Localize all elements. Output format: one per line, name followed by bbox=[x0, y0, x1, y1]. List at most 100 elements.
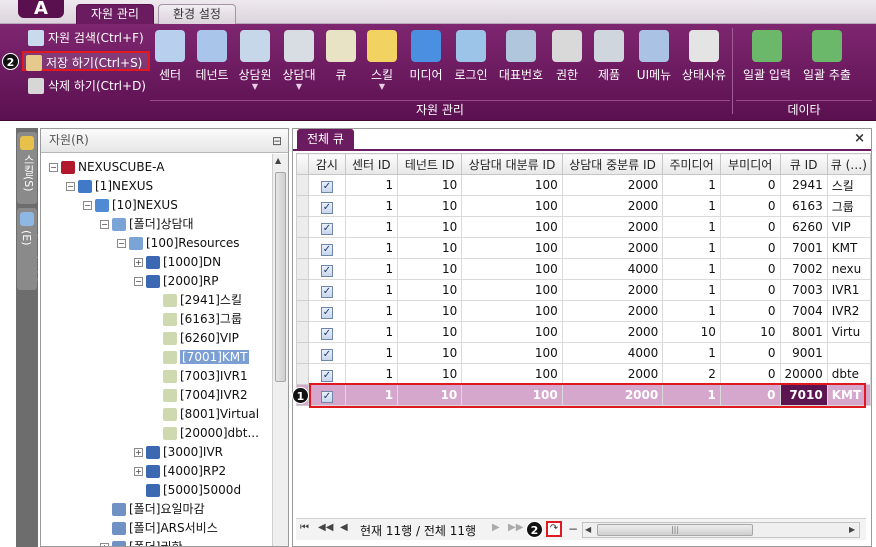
collapse-icon[interactable]: − bbox=[117, 239, 126, 248]
column-header[interactable]: 센터 ID bbox=[344, 153, 399, 175]
cell-qid[interactable]: 7002 bbox=[779, 258, 828, 280]
collapse-icon[interactable]: − bbox=[49, 163, 58, 172]
cell-big[interactable]: 100 bbox=[461, 216, 563, 238]
cell-center[interactable]: 1 bbox=[344, 279, 399, 301]
expand-icon[interactable]: + bbox=[134, 258, 143, 267]
column-header[interactable]: 큐 ID bbox=[779, 153, 828, 175]
cell-mid[interactable]: 2000 bbox=[561, 237, 664, 259]
table-row[interactable]: ✓ 1 10 100 2000 2 0 20000 dbte bbox=[295, 363, 872, 385]
tree-scrollbar[interactable]: ▲ bbox=[272, 154, 288, 546]
cell-tenant[interactable]: 10 bbox=[397, 300, 463, 322]
expand-icon[interactable]: + bbox=[134, 448, 143, 457]
cell-qname[interactable]: KMT bbox=[826, 384, 872, 406]
cell-main[interactable]: 1 bbox=[662, 195, 721, 217]
cell-main[interactable]: 1 bbox=[662, 258, 721, 280]
row-header[interactable] bbox=[295, 279, 310, 301]
column-header[interactable]: 감시 bbox=[308, 153, 346, 175]
ribbon-button-queue[interactable]: 큐 bbox=[322, 28, 360, 98]
ribbon-button-lock[interactable]: 권한 bbox=[548, 28, 586, 98]
cell-mid[interactable]: 2000 bbox=[561, 363, 664, 385]
cell-center[interactable]: 1 bbox=[344, 237, 399, 259]
cell-tenant[interactable]: 10 bbox=[397, 174, 463, 196]
cell-sub[interactable]: 0 bbox=[719, 342, 781, 364]
cell-qname[interactable]: IVR2 bbox=[826, 300, 872, 322]
cell-tenant[interactable]: 10 bbox=[397, 216, 463, 238]
cell-tenant[interactable]: 10 bbox=[397, 258, 463, 280]
column-header[interactable]: 상담대 대분류 ID bbox=[461, 153, 563, 175]
cell-sub[interactable]: 0 bbox=[719, 279, 781, 301]
cell-qname[interactable]: 스킬 bbox=[826, 174, 872, 196]
cell-tenant[interactable]: 10 bbox=[397, 237, 463, 259]
table-row[interactable]: ✓ 1 10 100 4000 1 0 7002 nexu bbox=[295, 258, 872, 280]
cell-tenant[interactable]: 10 bbox=[397, 279, 463, 301]
tab-settings[interactable]: 환경 설정 bbox=[158, 4, 236, 24]
cell-main[interactable]: 1 bbox=[662, 174, 721, 196]
cell-sub[interactable]: 10 bbox=[719, 321, 781, 343]
ribbon-button-ui-menu[interactable]: UI메뉴 bbox=[632, 28, 676, 98]
cell-qid[interactable]: 7004 bbox=[779, 300, 828, 322]
collapse-icon[interactable]: − bbox=[83, 201, 92, 210]
tab-all-queues[interactable]: 전체 큐 bbox=[297, 129, 354, 150]
ribbon-button-desk[interactable]: 상담대 ▼ bbox=[276, 28, 322, 98]
refresh-button[interactable]: ↷ bbox=[546, 521, 562, 537]
ribbon-button-excel-export[interactable]: 일괄 추출 bbox=[796, 28, 858, 98]
prev-page-icon[interactable]: ◀◀ bbox=[318, 522, 333, 533]
row-header[interactable] bbox=[295, 300, 310, 322]
monitor-checkbox[interactable]: ✓ bbox=[320, 390, 333, 403]
cell-qid[interactable]: 9001 bbox=[779, 342, 828, 364]
monitor-checkbox[interactable]: ✓ bbox=[320, 327, 333, 340]
table-row[interactable]: ✓ 1 10 100 2000 1 0 7003 IVR1 bbox=[295, 279, 872, 301]
cell-qid[interactable]: 7010 bbox=[779, 384, 828, 406]
collapse-icon[interactable]: − bbox=[134, 277, 143, 286]
last-record-icon[interactable]: ▶▶ bbox=[508, 522, 523, 533]
scroll-left-icon[interactable]: ◀ bbox=[585, 525, 591, 534]
row-header[interactable] bbox=[295, 216, 310, 238]
cell-sub[interactable]: 0 bbox=[719, 363, 781, 385]
column-header[interactable]: 테넌트 ID bbox=[397, 153, 463, 175]
row-header[interactable] bbox=[295, 258, 310, 280]
cell-qname[interactable]: Virtu bbox=[826, 321, 872, 343]
cell-sub[interactable]: 0 bbox=[719, 237, 781, 259]
monitor-checkbox[interactable]: ✓ bbox=[320, 306, 333, 319]
close-icon[interactable]: × bbox=[854, 131, 865, 146]
cell-qid[interactable]: 20000 bbox=[779, 363, 828, 385]
tree-node[interactable]: [6260]VIP bbox=[151, 329, 239, 348]
tree-node[interactable]: + [4000]RP2 bbox=[134, 462, 226, 481]
collapse-icon[interactable]: − bbox=[66, 182, 75, 191]
cell-tenant[interactable]: 10 bbox=[397, 384, 463, 406]
first-record-icon[interactable]: ⏮ bbox=[300, 522, 309, 533]
cell-big[interactable]: 100 bbox=[461, 384, 563, 406]
cell-qid[interactable]: 6260 bbox=[779, 216, 828, 238]
cell-qname[interactable]: 그룹 bbox=[826, 195, 872, 217]
row-header[interactable] bbox=[295, 195, 310, 217]
cell-qid[interactable]: 8001 bbox=[779, 321, 828, 343]
cell-qid[interactable]: 2941 bbox=[779, 174, 828, 196]
cell-mid[interactable]: 2000 bbox=[561, 384, 664, 406]
cell-qid[interactable]: 7001 bbox=[779, 237, 828, 259]
cell-main[interactable]: 1 bbox=[662, 300, 721, 322]
cell-qname[interactable]: IVR1 bbox=[826, 279, 872, 301]
cell-big[interactable]: 100 bbox=[461, 258, 563, 280]
monitor-checkbox[interactable]: ✓ bbox=[320, 222, 333, 235]
tree-node[interactable]: [폴더]ARS서비스 bbox=[100, 519, 218, 538]
monitor-checkbox[interactable]: ✓ bbox=[320, 180, 333, 193]
ribbon-button-login[interactable]: 로그인 bbox=[448, 28, 494, 98]
cell-sub[interactable]: 0 bbox=[719, 216, 781, 238]
cell-mid[interactable]: 2000 bbox=[561, 321, 664, 343]
cell-big[interactable]: 100 bbox=[461, 237, 563, 259]
cell-qname[interactable]: dbte bbox=[826, 363, 872, 385]
cell-mid[interactable]: 2000 bbox=[561, 195, 664, 217]
ribbon-button-excel-import[interactable]: 일괄 입력 bbox=[738, 28, 796, 98]
cell-big[interactable]: 100 bbox=[461, 342, 563, 364]
table-row-new[interactable]: ✓ 1 10 100 2000 1 0 7010 KMT bbox=[295, 384, 872, 406]
cell-big[interactable]: 100 bbox=[461, 174, 563, 196]
table-row[interactable]: ✓ 1 10 100 2000 1 0 6260 VIP bbox=[295, 216, 872, 238]
cell-mid[interactable]: 4000 bbox=[561, 342, 664, 364]
cell-mid[interactable]: 2000 bbox=[561, 174, 664, 196]
cell-center[interactable]: 1 bbox=[344, 384, 399, 406]
cell-center[interactable]: 1 bbox=[344, 321, 399, 343]
cell-qname[interactable]: VIP bbox=[826, 216, 872, 238]
cell-sub[interactable]: 0 bbox=[719, 258, 781, 280]
tree-node[interactable]: − [10]NEXUS bbox=[83, 196, 178, 215]
cell-mid[interactable]: 2000 bbox=[561, 216, 664, 238]
